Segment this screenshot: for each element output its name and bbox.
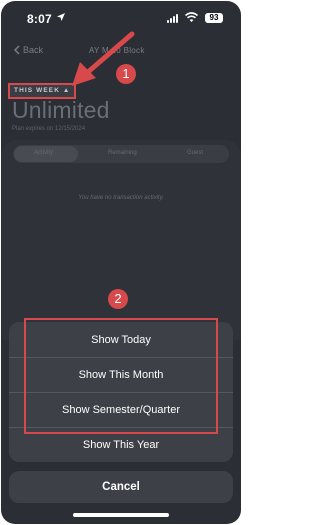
step-badge-2: 2 <box>108 289 128 309</box>
step-badge-1: 1 <box>116 64 136 84</box>
